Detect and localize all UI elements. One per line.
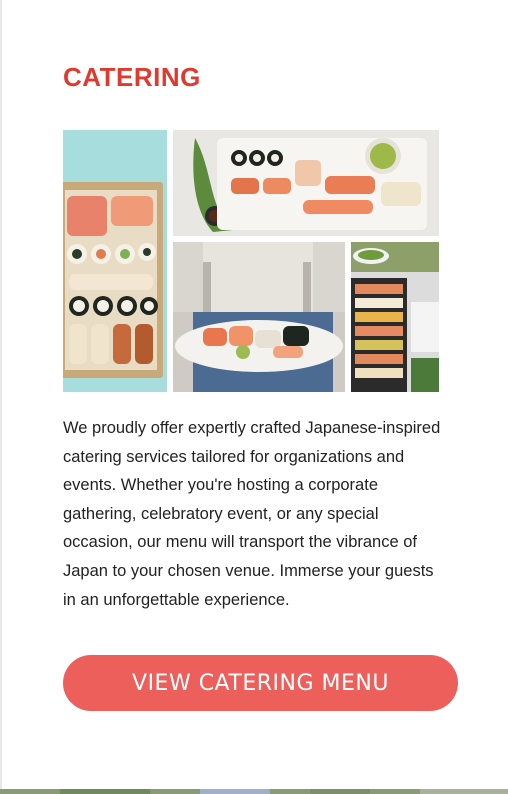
catering-section: CATERING We proudly offer expertly craft… [0, 0, 508, 794]
page-edge-divider [0, 0, 2, 794]
sushi-box-photo [63, 130, 167, 392]
sushi-plate-photo [173, 242, 345, 392]
next-section-image-edge [0, 789, 508, 794]
sushi-platter-photo [173, 130, 439, 236]
view-catering-menu-button[interactable]: VIEW CATERING MENU [63, 655, 458, 711]
catering-buffet-photo [351, 242, 439, 392]
section-title: CATERING [63, 62, 201, 92]
catering-photo-gallery [63, 130, 439, 392]
catering-description: We proudly offer expertly crafted Japane… [63, 419, 441, 609]
